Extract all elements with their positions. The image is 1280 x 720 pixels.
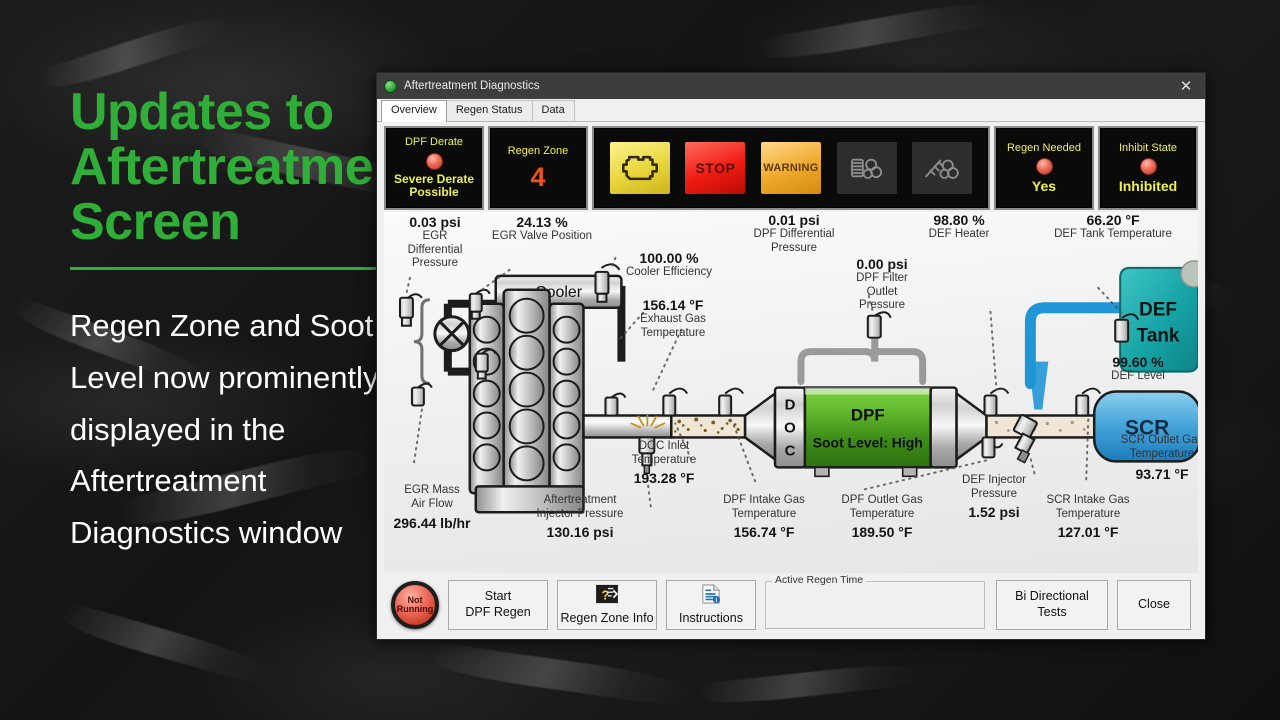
svg-text:Soot Level: High: Soot Level: High — [813, 434, 923, 450]
regen-zone-info-button[interactable]: ? Regen Zone Info — [557, 580, 657, 630]
svg-text:?: ? — [602, 587, 610, 602]
active-regen-time-label: Active Regen Time — [772, 574, 867, 586]
tab-overview[interactable]: Overview — [381, 99, 447, 122]
dpf-derate-value-line1: Severe Derate — [393, 171, 475, 186]
body-line-2: Level now prominently — [70, 359, 379, 395]
tab-strip: Overview Regen Status Data — [377, 99, 1205, 122]
regen-status-indicator: Not Running — [391, 581, 439, 629]
texture-shard — [699, 660, 921, 708]
dpf-derate-title: DPF Derate — [404, 135, 464, 148]
warning-lamp-icon: WARNING — [760, 142, 821, 194]
check-engine-lamp-icon — [609, 142, 670, 194]
slide-body-copy: Regen Zone and Soot Level now prominentl… — [70, 300, 410, 559]
schematic-svg: Cooler D O C DPF Soot Level: High SCR DE… — [398, 256, 1198, 514]
regen-zone-info-label: Regen Zone Info — [560, 610, 654, 625]
regen-needed-title: Regen Needed — [1006, 141, 1081, 154]
start-dpf-regen-line2: DPF Regen — [465, 605, 531, 619]
inhibit-state-title: Inhibit State — [1118, 141, 1178, 154]
headline-line-3: Screen — [70, 193, 241, 252]
regen-zone-panel: Regen Zone 4 — [488, 126, 588, 210]
dpf-derate-lamp-icon — [425, 152, 443, 170]
headline-line-2: Aftertreatment — [70, 138, 422, 197]
slide-headline: Updates to Aftertreatment Screen — [70, 83, 422, 252]
svg-text:DEF: DEF — [1139, 300, 1177, 321]
telltale-lamp-panel: STOP WARNING — [592, 126, 990, 210]
inhibit-state-value: Inhibited — [1118, 178, 1178, 195]
regen-needed-value: Yes — [1031, 178, 1057, 195]
high-exhaust-temp-lamp-icon — [912, 142, 973, 194]
active-regen-time-group: Active Regen Time — [765, 574, 985, 629]
stop-lamp-label: STOP — [695, 160, 736, 176]
svg-text:D: D — [785, 397, 796, 414]
aftertreatment-diagnostics-window: Aftertreatment Diagnostics ✕ Overview Re… — [376, 72, 1206, 640]
body-line-5: Diagnostics window — [70, 515, 343, 551]
window-client-area: DPF Derate Severe Derate Possible Regen … — [377, 122, 1205, 639]
regen-needed-lamp-icon — [1035, 158, 1053, 176]
aftertreatment-injector-icon — [638, 436, 656, 475]
regen-needed-panel: Regen Needed Yes — [994, 126, 1094, 210]
close-button[interactable]: Close — [1117, 580, 1191, 630]
dpf-derate-value-line2: Possible — [409, 185, 459, 200]
close-icon[interactable]: ✕ — [1169, 74, 1203, 98]
headline-line-1: Updates to — [70, 83, 334, 141]
inhibit-state-panel: Inhibit State Inhibited — [1098, 126, 1198, 210]
svg-text:Tank: Tank — [1137, 326, 1180, 347]
stop-lamp-icon: STOP — [685, 142, 746, 194]
warning-lamp-label: WARNING — [763, 162, 819, 174]
bi-directional-line2: Tests — [1037, 605, 1067, 619]
inhibit-state-lamp-icon — [1139, 158, 1157, 176]
start-dpf-regen-line1: Start — [484, 589, 512, 604]
svg-text:SCR: SCR — [1125, 416, 1169, 439]
aftertreatment-schematic: Cooler D O C DPF Soot Level: High SCR DE… — [384, 212, 1198, 573]
body-line-3: displayed in the — [70, 411, 286, 447]
start-dpf-regen-button[interactable]: Start DPF Regen — [448, 580, 548, 630]
bi-directional-tests-button[interactable]: Bi Directional Tests — [996, 580, 1108, 630]
regen-zone-title: Regen Zone — [507, 144, 569, 157]
window-button-bar: Not Running Start DPF Regen ? Regen Zone… — [382, 573, 1200, 639]
dpf-derate-panel: DPF Derate Severe Derate Possible — [384, 126, 484, 210]
texture-shard — [429, 642, 691, 708]
tab-regen-status[interactable]: Regen Status — [445, 99, 533, 121]
dpf-lamp-icon — [836, 142, 897, 194]
window-titlebar: Aftertreatment Diagnostics ✕ — [377, 73, 1205, 99]
app-icon — [384, 79, 397, 93]
regen-zone-info-icon: ? — [595, 584, 619, 609]
slide-text-block: Updates to Aftertreatment Screen Regen Z… — [70, 83, 422, 559]
status-panel-row: DPF Derate Severe Derate Possible Regen … — [382, 126, 1200, 210]
slide-divider — [70, 267, 380, 271]
window-title: Aftertreatment Diagnostics — [404, 80, 540, 92]
regen-zone-value: 4 — [530, 162, 546, 193]
svg-text:i: i — [716, 597, 718, 604]
texture-shard — [60, 601, 270, 687]
svg-text:O: O — [784, 419, 796, 436]
instructions-label: Instructions — [679, 610, 743, 625]
bi-directional-line1: Bi Directional — [1015, 589, 1089, 604]
tab-data[interactable]: Data — [531, 99, 575, 121]
svg-text:C: C — [785, 442, 796, 459]
instructions-button[interactable]: i Instructions — [666, 580, 756, 630]
body-line-1: Regen Zone and Soot — [70, 308, 374, 344]
svg-text:DPF: DPF — [851, 405, 885, 424]
regen-status-line2: Running — [396, 604, 434, 614]
body-line-4: Aftertreatment — [70, 463, 267, 499]
texture-shard — [759, 0, 1001, 65]
instructions-document-icon: i — [700, 584, 722, 609]
